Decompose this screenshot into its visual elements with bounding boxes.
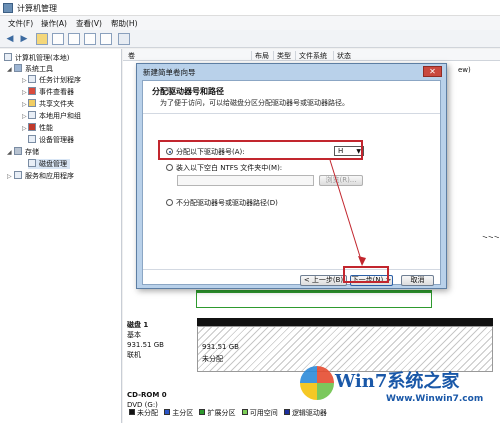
annotation-arrow-line <box>329 159 363 264</box>
annotation-arrow-head <box>358 256 366 266</box>
annotation-arrow <box>329 159 366 266</box>
